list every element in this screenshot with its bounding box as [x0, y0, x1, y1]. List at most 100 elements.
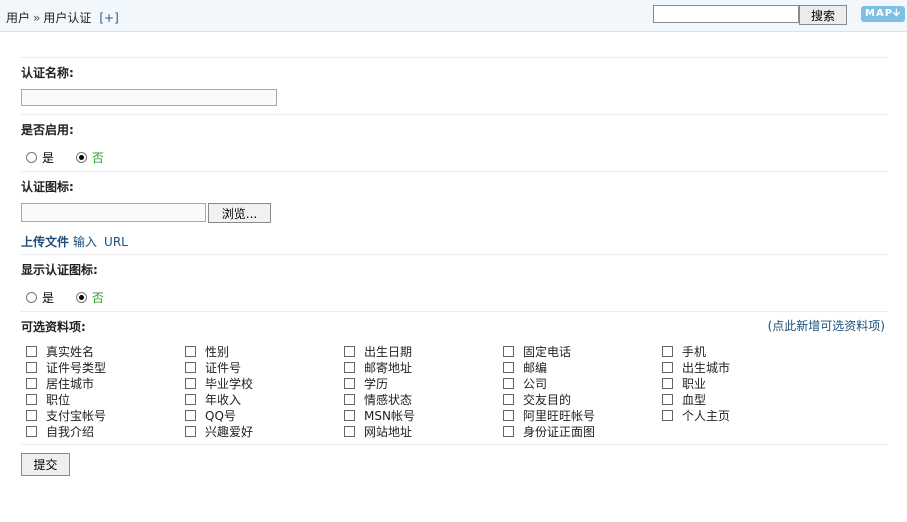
- optional-field-checkbox[interactable]: [344, 426, 355, 437]
- icon-file-input[interactable]: [21, 203, 206, 222]
- search-input[interactable]: [653, 5, 799, 23]
- optional-field-checkbox[interactable]: [503, 378, 514, 389]
- optional-field-item[interactable]: 年收入: [185, 391, 241, 408]
- optional-field-checkbox[interactable]: [662, 362, 673, 373]
- optional-field-item[interactable]: 邮编: [503, 359, 547, 376]
- optional-field-label: QQ号: [205, 409, 236, 423]
- optional-field-item[interactable]: 真实姓名: [26, 343, 94, 360]
- optional-field-item[interactable]: 证件号类型: [26, 359, 106, 376]
- optional-field-item[interactable]: 学历: [344, 375, 388, 392]
- optional-field-checkbox[interactable]: [662, 410, 673, 421]
- optional-field-item[interactable]: 毕业学校: [185, 375, 253, 392]
- breadcrumb-root[interactable]: 用户: [6, 11, 30, 25]
- optional-field-label: 职业: [682, 377, 707, 391]
- upload-mode-tabs: 上传文件 输入 URL: [21, 233, 128, 250]
- optional-field-checkbox[interactable]: [185, 394, 196, 405]
- optional-field-checkbox[interactable]: [26, 378, 37, 389]
- optional-field-item[interactable]: 兴趣爱好: [185, 423, 253, 440]
- optional-field-checkbox[interactable]: [185, 378, 196, 389]
- optional-field-checkbox[interactable]: [26, 346, 37, 357]
- optional-field-item[interactable]: 邮寄地址: [344, 359, 412, 376]
- optional-field-item[interactable]: 出生城市: [662, 359, 730, 376]
- optional-field-item[interactable]: 网站地址: [344, 423, 412, 440]
- add-shortcut-link[interactable]: [+]: [99, 11, 118, 25]
- show-icon-no-label: 否: [91, 291, 104, 305]
- optional-field-item[interactable]: 交友目的: [503, 391, 571, 408]
- arrow-down-icon: 🡫: [892, 8, 901, 19]
- show-icon-radio-group: 是 否: [26, 289, 122, 306]
- optional-field-item[interactable]: 公司: [503, 375, 547, 392]
- show-icon-no-radio[interactable]: [75, 292, 87, 303]
- optional-field-label: 固定电话: [523, 345, 572, 359]
- optional-field-item[interactable]: 阿里旺旺帐号: [503, 407, 595, 424]
- optional-field-checkbox[interactable]: [503, 394, 514, 405]
- divider: [21, 444, 887, 445]
- optional-field-item[interactable]: 性别: [185, 343, 229, 360]
- optional-field-checkbox[interactable]: [185, 410, 196, 421]
- optional-field-checkbox[interactable]: [344, 394, 355, 405]
- optional-field-checkbox[interactable]: [344, 362, 355, 373]
- optional-field-checkbox[interactable]: [503, 362, 514, 373]
- optional-field-checkbox[interactable]: [344, 410, 355, 421]
- optional-field-item[interactable]: 情感状态: [344, 391, 412, 408]
- optional-field-checkbox[interactable]: [26, 410, 37, 421]
- optional-field-checkbox[interactable]: [503, 410, 514, 421]
- optional-field-checkbox[interactable]: [185, 362, 196, 373]
- optional-field-checkbox[interactable]: [344, 378, 355, 389]
- optional-field-item[interactable]: 证件号: [185, 359, 241, 376]
- optional-field-checkbox[interactable]: [26, 426, 37, 437]
- icon-label: 认证图标:: [21, 180, 74, 194]
- name-input[interactable]: [21, 89, 277, 106]
- optional-field-checkbox[interactable]: [662, 346, 673, 357]
- optional-field-item[interactable]: 固定电话: [503, 343, 571, 360]
- optional-field-label: 手机: [682, 345, 707, 359]
- optional-field-item[interactable]: MSN帐号: [344, 407, 415, 424]
- optional-field-item[interactable]: 支付宝帐号: [26, 407, 106, 424]
- optional-field-checkbox[interactable]: [26, 362, 37, 373]
- browse-button[interactable]: 浏览...: [208, 203, 271, 223]
- map-button-label: MAP: [865, 8, 894, 19]
- optional-field-item[interactable]: 自我介绍: [26, 423, 94, 440]
- map-button[interactable]: MAP 🡫: [861, 6, 905, 22]
- optional-field-checkbox[interactable]: [662, 394, 673, 405]
- optional-field-label: 出生日期: [364, 345, 413, 359]
- optional-field-item[interactable]: 出生日期: [344, 343, 412, 360]
- optional-field-checkbox[interactable]: [344, 346, 355, 357]
- optional-field-label: 邮寄地址: [364, 361, 413, 375]
- optional-field-item[interactable]: 职业: [662, 375, 706, 392]
- optional-field-item[interactable]: 个人主页: [662, 407, 730, 424]
- optional-field-label: 证件号: [205, 361, 242, 375]
- enabled-no-label: 否: [91, 151, 104, 165]
- optional-field-label: 居住城市: [46, 377, 95, 391]
- enabled-yes-radio[interactable]: [26, 152, 37, 163]
- optional-field-checkbox[interactable]: [185, 426, 196, 437]
- name-label: 认证名称:: [21, 66, 74, 80]
- optional-field-label: 情感状态: [364, 393, 413, 407]
- enabled-yes-label: 是: [42, 151, 55, 165]
- optional-field-item[interactable]: 手机: [662, 343, 706, 360]
- optional-field-checkbox[interactable]: [503, 346, 514, 357]
- enabled-no-radio[interactable]: [75, 152, 87, 163]
- optional-field-item[interactable]: 血型: [662, 391, 706, 408]
- optional-field-label: MSN帐号: [364, 409, 415, 423]
- optional-field-item[interactable]: 职位: [26, 391, 70, 408]
- input-tab[interactable]: 输入: [73, 235, 97, 249]
- breadcrumb-current: 用户认证: [43, 11, 92, 25]
- optional-field-checkbox[interactable]: [26, 394, 37, 405]
- optional-field-checkbox[interactable]: [662, 378, 673, 389]
- url-tab[interactable]: URL: [104, 235, 128, 249]
- optional-field-item[interactable]: 身份证正面图: [503, 423, 595, 440]
- optional-field-item[interactable]: 居住城市: [26, 375, 94, 392]
- divider: [21, 57, 887, 58]
- optional-field-checkbox[interactable]: [503, 426, 514, 437]
- search-button[interactable]: 搜索: [799, 5, 847, 25]
- upload-file-tab[interactable]: 上传文件: [21, 235, 69, 249]
- optional-field-label: 毕业学校: [205, 377, 254, 391]
- optional-field-label: 真实姓名: [46, 345, 95, 359]
- add-optional-field-link[interactable]: (点此新增可选资料项): [768, 317, 885, 334]
- optional-field-checkbox[interactable]: [185, 346, 196, 357]
- submit-button[interactable]: 提交: [21, 453, 70, 476]
- optional-field-item[interactable]: QQ号: [185, 407, 236, 424]
- show-icon-yes-label: 是: [42, 291, 55, 305]
- show-icon-yes-radio[interactable]: [26, 292, 37, 303]
